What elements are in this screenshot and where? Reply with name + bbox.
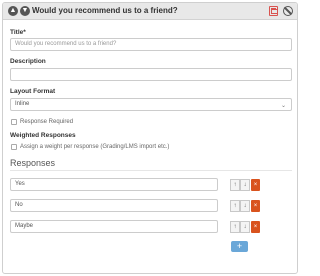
layout-format-label: Layout Format	[10, 88, 56, 95]
response-required-checkbox[interactable]	[11, 119, 17, 125]
description-label: Description	[10, 58, 46, 65]
add-response-button[interactable]: +	[231, 241, 248, 252]
remove-response-button[interactable]: ×	[251, 179, 260, 191]
response-input[interactable]: No	[10, 199, 218, 212]
responses-divider	[10, 170, 292, 171]
remove-response-button[interactable]: ×	[251, 200, 260, 212]
assign-weight-label: Assign a weight per response (Grading/LM…	[20, 144, 170, 150]
layout-format-select[interactable]: Inline ⌄	[10, 98, 292, 111]
chevron-up-icon[interactable]: ▲	[8, 6, 18, 16]
move-up-button[interactable]: ↑	[230, 221, 240, 233]
title-input[interactable]: Would you recommend us to a friend?	[10, 38, 292, 51]
response-input[interactable]: Maybe	[10, 220, 218, 233]
description-input[interactable]	[10, 68, 292, 81]
remove-response-button[interactable]: ×	[251, 221, 260, 233]
assign-weight-checkbox[interactable]	[11, 144, 17, 150]
move-down-button[interactable]: ↓	[240, 221, 250, 233]
chevron-down-icon[interactable]: ▼	[20, 6, 30, 16]
move-up-button[interactable]: ↑	[230, 179, 240, 191]
weighted-responses-label: Weighted Responses	[10, 132, 76, 139]
response-required-label: Response Required	[20, 119, 74, 125]
layout-format-value: Inline	[15, 101, 30, 107]
move-down-button[interactable]: ↓	[240, 200, 250, 212]
chevron-down-icon: ⌄	[280, 103, 286, 109]
title-label: Title*	[10, 29, 26, 36]
save-icon[interactable]	[269, 6, 278, 16]
ban-icon[interactable]	[283, 6, 293, 16]
question-title-heading: Would you recommend us to a friend?	[32, 6, 178, 15]
responses-heading: Responses	[10, 158, 56, 168]
panel-header: ▲ ▼ Would you recommend us to a friend?	[3, 3, 297, 20]
move-down-button[interactable]: ↓	[240, 179, 250, 191]
move-up-button[interactable]: ↑	[230, 200, 240, 212]
response-input[interactable]: Yes	[10, 178, 218, 191]
question-editor-panel: ▲ ▼ Would you recommend us to a friend? …	[2, 2, 298, 274]
